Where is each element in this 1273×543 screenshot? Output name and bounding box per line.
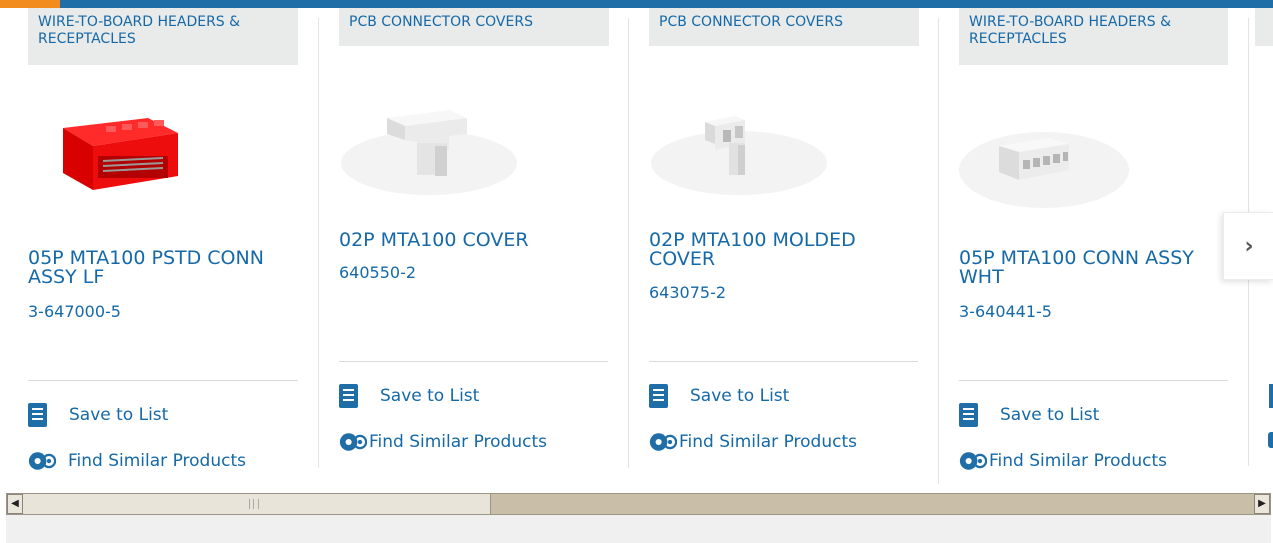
find-similar-label: Find Similar Products xyxy=(369,432,547,452)
checklist-icon xyxy=(959,403,978,427)
find-similar-label: Find Similar Products xyxy=(68,451,246,471)
save-to-list-button[interactable]: Save to List xyxy=(649,384,789,408)
card-divider xyxy=(649,361,918,362)
part-number[interactable]: 640550-2 xyxy=(339,263,416,282)
scrollbar-thumb[interactable] xyxy=(23,494,491,514)
gears-icon xyxy=(339,433,367,451)
checklist-icon xyxy=(1269,384,1273,408)
horizontal-scrollbar[interactable]: ◀ ▶ xyxy=(6,493,1271,515)
scroll-left-arrow-icon[interactable]: ◀ xyxy=(7,494,23,514)
part-number[interactable]: 643075-2 xyxy=(649,283,726,302)
find-similar-label: Find Similar Products xyxy=(989,451,1167,471)
gears-icon xyxy=(28,452,56,470)
top-accent-bar xyxy=(0,0,1273,8)
card-divider xyxy=(339,361,608,362)
product-image[interactable] xyxy=(649,88,839,203)
save-to-list-button[interactable]: Save to List xyxy=(28,403,168,427)
category-label[interactable]: WIRE-TO-BOARD HEADERS & RECEPTACLES xyxy=(959,8,1228,65)
top-accent-segment xyxy=(0,0,60,8)
save-to-list-label: Save to List xyxy=(690,386,790,406)
find-similar-button[interactable]: Find Similar Products xyxy=(649,429,857,455)
find-similar-button[interactable]: Find Similar Products xyxy=(28,448,246,474)
carousel-next-button[interactable]: › xyxy=(1223,212,1273,280)
checklist-icon xyxy=(28,403,47,427)
gears-icon xyxy=(649,433,677,451)
product-card: PCB CONNECTOR COVERS 02P MTA100 MOLDED C… xyxy=(629,8,938,468)
save-to-list-button[interactable]: Save to List xyxy=(339,384,479,408)
product-card: PCB CONNECTOR COVERS 02P MTA100 COVER 64… xyxy=(319,8,628,468)
footer-area xyxy=(6,515,1271,543)
checklist-icon xyxy=(339,384,358,408)
gears-icon xyxy=(959,452,987,470)
category-label-partial xyxy=(1255,8,1273,46)
product-title[interactable]: 05P MTA100 CONN ASSY WHT xyxy=(959,249,1221,287)
part-number[interactable]: 3-647000-5 xyxy=(28,302,121,321)
gears-icon xyxy=(1268,432,1273,448)
find-similar-button[interactable]: Find Similar Products xyxy=(339,429,547,455)
product-image[interactable] xyxy=(959,108,1129,218)
category-label[interactable]: PCB CONNECTOR COVERS xyxy=(339,8,609,46)
scrollbar-grip xyxy=(249,499,259,509)
find-similar-button[interactable]: Find Similar Products xyxy=(959,448,1167,474)
find-similar-label: Find Similar Products xyxy=(679,432,857,452)
checklist-icon xyxy=(649,384,668,408)
product-image[interactable] xyxy=(48,108,188,198)
product-title[interactable]: 02P MTA100 COVER xyxy=(339,231,609,250)
chevron-right-icon: › xyxy=(1244,233,1254,259)
product-image[interactable] xyxy=(339,88,529,203)
card-divider xyxy=(28,380,298,381)
product-card: WIRE-TO-BOARD HEADERS & RECEPTACLES 05P … xyxy=(0,8,318,471)
save-to-list-button[interactable]: Save to List xyxy=(959,403,1099,427)
part-number[interactable]: 3-640441-5 xyxy=(959,302,1052,321)
category-label[interactable]: WIRE-TO-BOARD HEADERS & RECEPTACLES xyxy=(28,8,298,65)
save-to-list-label: Save to List xyxy=(1000,405,1100,425)
category-label[interactable]: PCB CONNECTOR COVERS xyxy=(649,8,919,46)
product-title[interactable]: 05P MTA100 PSTD CONN ASSY LF xyxy=(28,249,298,287)
save-to-list-label: Save to List xyxy=(380,386,480,406)
scroll-right-arrow-icon[interactable]: ▶ xyxy=(1254,494,1270,514)
save-to-list-label: Save to List xyxy=(69,405,169,425)
product-title[interactable]: 02P MTA100 MOLDED COVER xyxy=(649,231,899,269)
product-card: WIRE-TO-BOARD HEADERS & RECEPTACLES 05P … xyxy=(939,8,1239,471)
card-divider xyxy=(959,380,1228,381)
